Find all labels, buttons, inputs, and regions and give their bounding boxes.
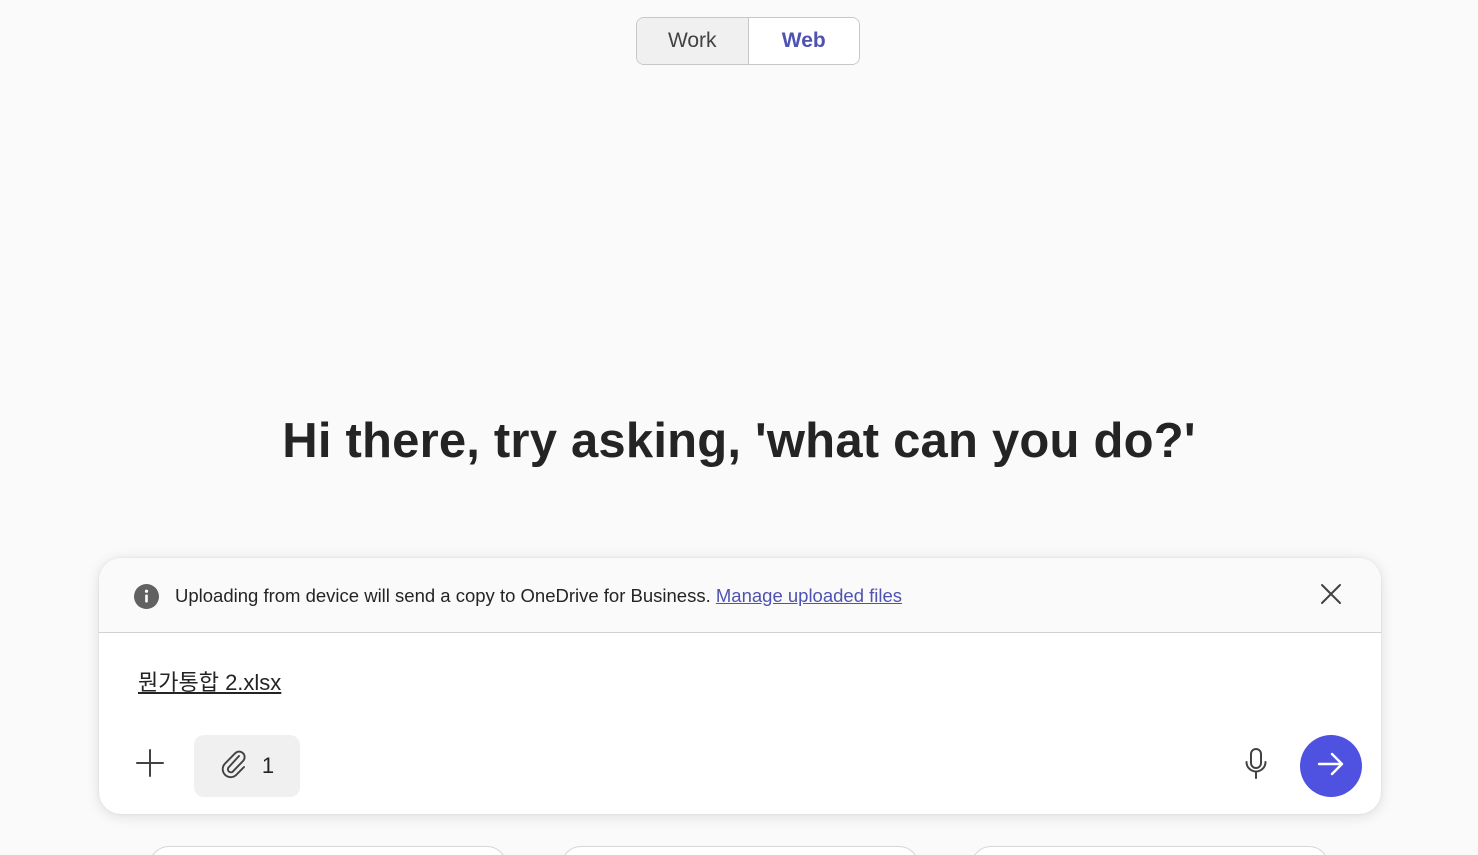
paperclip-icon [220, 749, 248, 784]
send-button[interactable] [1300, 735, 1362, 797]
add-button[interactable] [131, 746, 169, 784]
work-web-toggle: Work Web [636, 17, 860, 65]
plus-icon [135, 748, 165, 783]
microphone-button[interactable] [1237, 746, 1275, 786]
info-icon [134, 584, 159, 609]
upload-notice-banner: Uploading from device will send a copy t… [99, 558, 1381, 633]
close-notice-button[interactable] [1315, 580, 1347, 612]
attached-file-name[interactable]: 뭔가통합 2.xlsx [138, 665, 281, 697]
toggle-work[interactable]: Work [637, 18, 749, 64]
manage-uploaded-files-link[interactable]: Manage uploaded files [716, 585, 902, 606]
close-icon [1320, 583, 1342, 610]
suggestion-card[interactable] [561, 846, 919, 855]
toggle-web[interactable]: Web [748, 18, 859, 64]
notice-text: Uploading from device will send a copy t… [175, 585, 711, 606]
arrow-right-icon [1315, 748, 1347, 785]
attachment-count: 1 [261, 753, 275, 778]
microphone-icon [1243, 747, 1269, 786]
suggestion-card[interactable] [149, 846, 507, 855]
attachments-button[interactable]: 1 [194, 735, 300, 797]
notice-message: Uploading from device will send a copy t… [175, 585, 902, 607]
chat-composer: Uploading from device will send a copy t… [99, 558, 1381, 814]
greeting-heading: Hi there, try asking, 'what can you do?' [282, 414, 1196, 468]
copilot-chat-page: Work Web Hi there, try asking, 'what can… [0, 0, 1478, 855]
suggestion-card[interactable] [971, 846, 1329, 855]
